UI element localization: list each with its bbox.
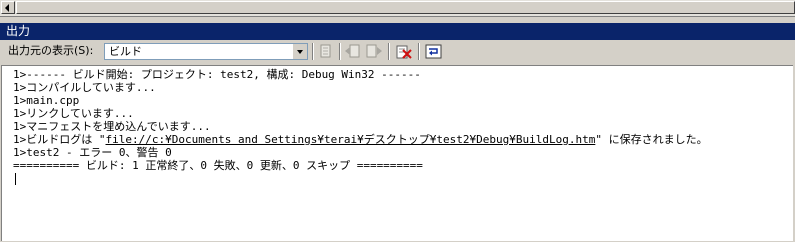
buildlog-suffix: " に保存されました。 bbox=[595, 133, 708, 146]
output-line: 1>リンクしています... bbox=[13, 107, 134, 120]
toolbar-separator bbox=[312, 43, 314, 60]
next-message-button[interactable] bbox=[364, 43, 384, 60]
chevron-down-icon bbox=[297, 50, 303, 54]
scrollbar-thumb[interactable] bbox=[16, 1, 795, 14]
left-arrow-icon bbox=[5, 4, 9, 12]
output-toolbar: 出力元の表示(S): ビルド bbox=[0, 41, 795, 63]
dropdown-button[interactable] bbox=[292, 44, 307, 59]
output-line: 1>コンパイルしています... bbox=[13, 81, 156, 94]
output-line: ========== ビルド: 1 正常終了、0 失敗、0 更新、0 スキップ … bbox=[13, 159, 423, 172]
go-to-line-button[interactable] bbox=[316, 43, 336, 60]
output-line: 1>main.cpp bbox=[13, 94, 80, 107]
text-caret bbox=[15, 173, 16, 185]
next-message-icon bbox=[366, 44, 382, 58]
previous-message-button[interactable] bbox=[343, 43, 363, 60]
buildlog-prefix: 1>ビルドログは " bbox=[13, 133, 106, 146]
output-line: 1>マニフェストを埋め込んでいます... bbox=[13, 120, 211, 133]
word-wrap-button[interactable] bbox=[424, 43, 444, 60]
output-source-dropdown[interactable]: ビルド bbox=[104, 43, 308, 60]
scroll-left-button[interactable] bbox=[1, 1, 15, 14]
previous-message-icon bbox=[345, 44, 360, 58]
toolbar-separator bbox=[388, 43, 390, 60]
clear-all-button[interactable] bbox=[394, 43, 414, 60]
horizontal-scrollbar[interactable] bbox=[0, 0, 795, 17]
show-output-from-label: 出力元の表示(S): bbox=[8, 44, 94, 57]
output-line: 1>------ ビルド開始: プロジェクト: test2, 構成: Debug… bbox=[13, 68, 421, 81]
output-source-value: ビルド bbox=[109, 45, 142, 58]
buildlog-line: 1>ビルドログは "file://c:¥Documents and Settin… bbox=[13, 133, 708, 146]
output-text-area[interactable]: 1>------ ビルド開始: プロジェクト: test2, 構成: Debug… bbox=[1, 65, 793, 241]
toolbar-separator bbox=[339, 43, 341, 60]
output-line: 1>test2 - エラー 0、警告 0 bbox=[13, 146, 172, 159]
clear-all-icon bbox=[396, 45, 412, 59]
document-goto-icon bbox=[320, 44, 331, 58]
toolbar-separator bbox=[418, 43, 420, 60]
word-wrap-icon bbox=[425, 44, 442, 59]
output-window-title: 出力 bbox=[0, 23, 795, 40]
buildlog-link[interactable]: file://c:¥Documents and Settings¥terai¥デ… bbox=[106, 133, 596, 146]
